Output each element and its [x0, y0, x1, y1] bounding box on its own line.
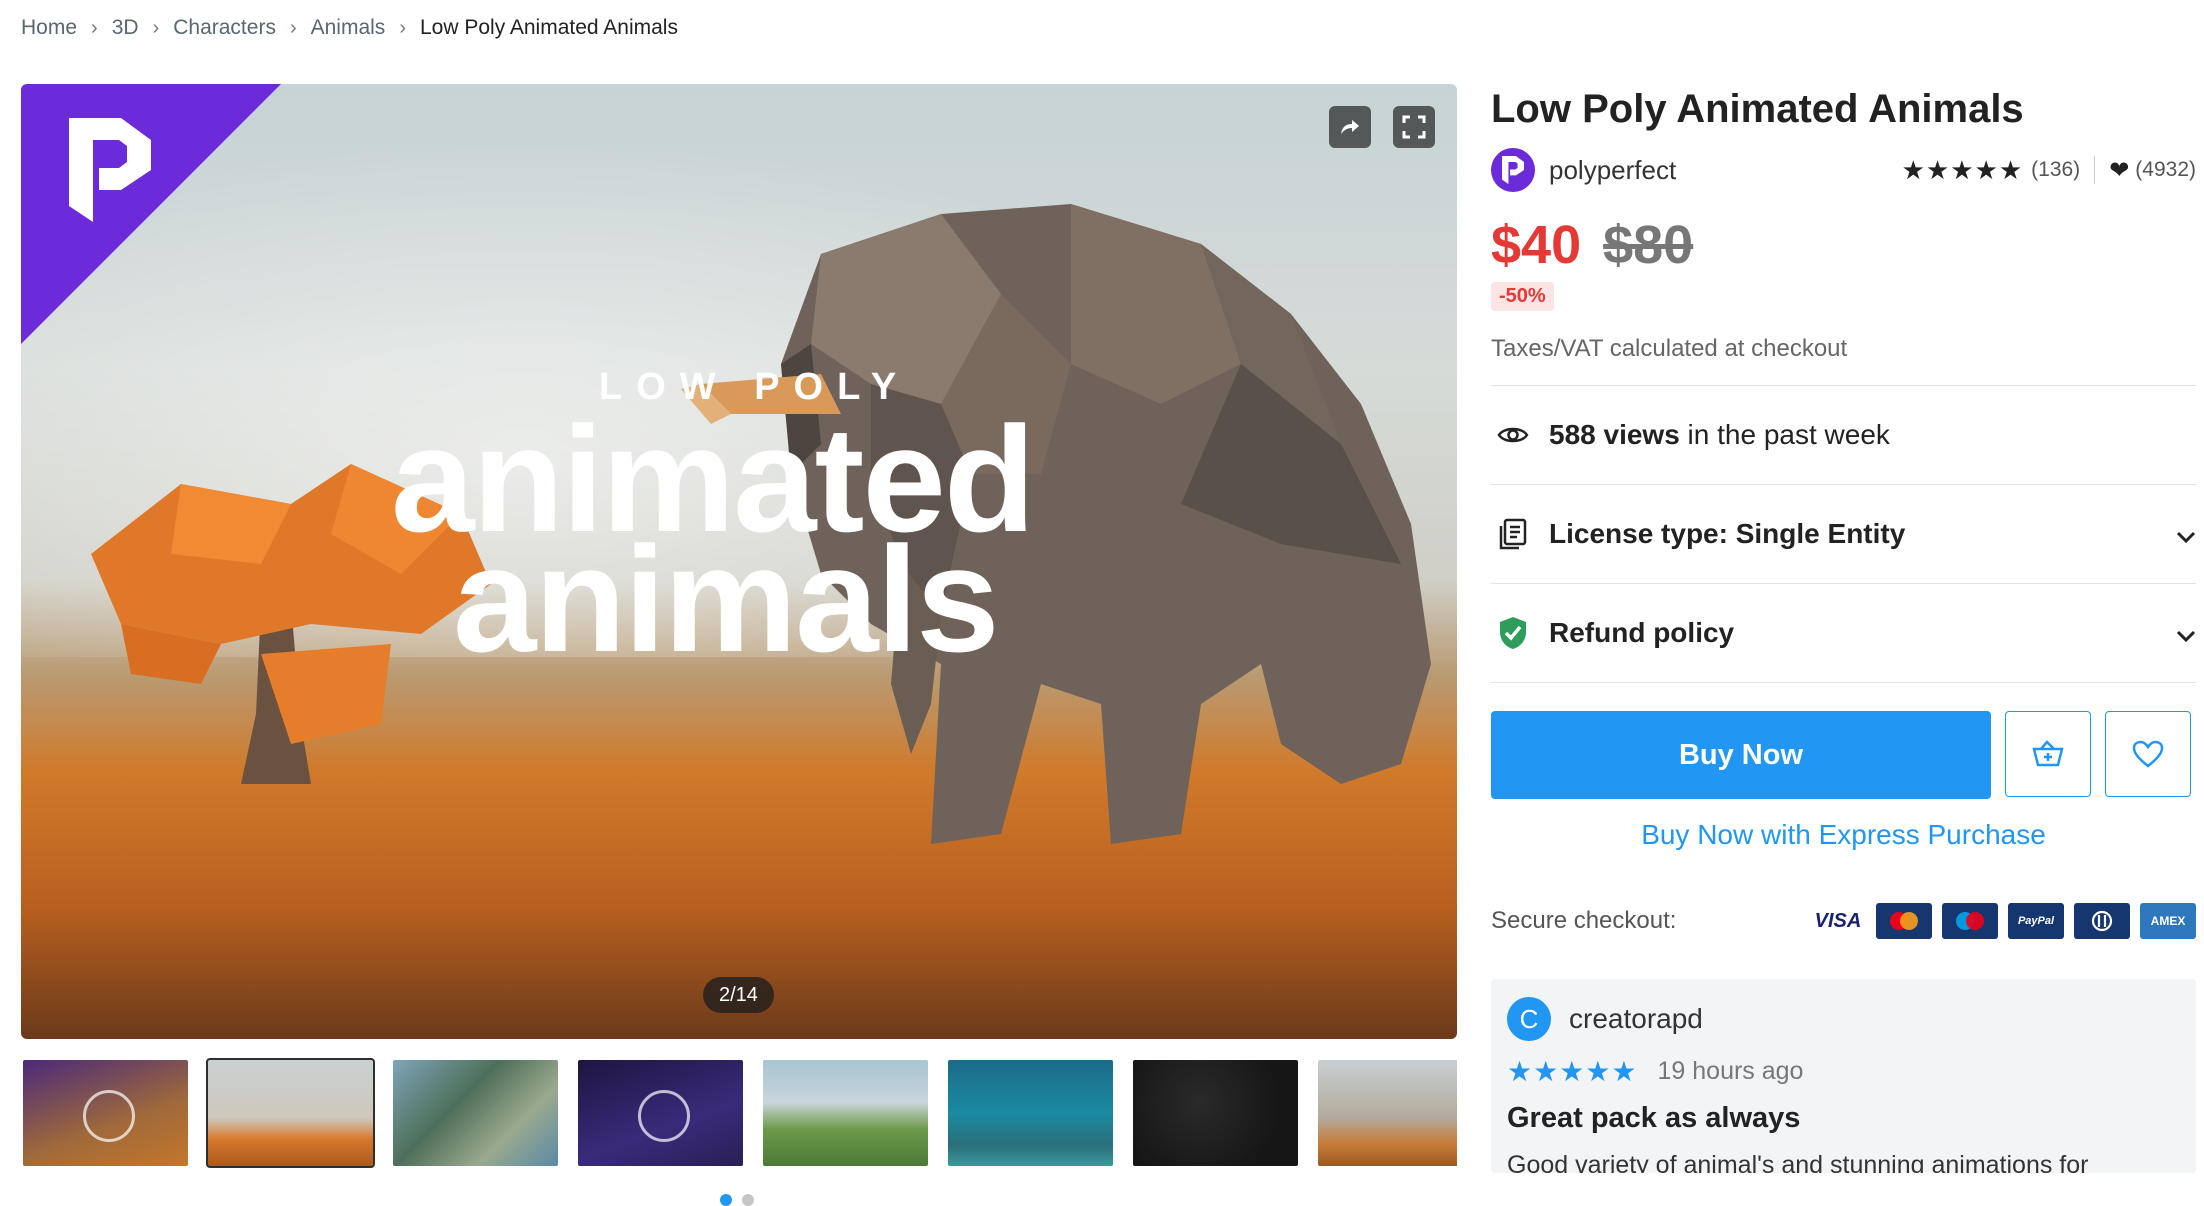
maestro-icon [1942, 903, 1998, 939]
mastercard-icon [1876, 903, 1932, 939]
image-counter: 2/14 [703, 977, 774, 1013]
license-label: License type: Single Entity [1549, 518, 1906, 549]
discount-badge: -50% [1491, 282, 1554, 311]
rating-summary[interactable]: ★★★★★ (136) ❤ (4932) [1902, 155, 2196, 186]
chevron-down-icon [2176, 617, 2196, 649]
thumbnail-image-8[interactable] [1316, 1058, 1457, 1168]
payment-methods: VISA PayPal AMEX [1810, 903, 2196, 939]
publisher-name[interactable]: polyperfect [1549, 155, 1676, 186]
diners-club-icon [2074, 903, 2130, 939]
review-author[interactable]: creatorapd [1569, 1003, 1703, 1035]
breadcrumb-home[interactable]: Home [21, 16, 77, 40]
product-title: Low Poly Animated Animals [1491, 87, 2024, 131]
views-row: 588 views in the past week [1491, 386, 2196, 485]
views-suffix: in the past week [1679, 419, 1890, 450]
secure-checkout-label: Secure checkout: [1491, 907, 1677, 934]
original-price: $80 [1603, 215, 1694, 275]
sale-price: $40 [1491, 215, 1582, 275]
breadcrumb: Home › 3D › Characters › Animals › Low P… [21, 14, 678, 42]
fullscreen-button[interactable] [1393, 106, 1435, 148]
thumbnail-strip [21, 1058, 1457, 1172]
license-document-icon [1491, 512, 1535, 556]
chevron-down-icon [2176, 518, 2196, 550]
review-time: 19 hours ago [1657, 1057, 1804, 1085]
secure-checkout-row: Secure checkout: VISA PayPal AMEX [1491, 903, 2196, 939]
divider [2094, 156, 2096, 184]
thumbnail-video-1[interactable] [21, 1058, 190, 1168]
gallery-main-image[interactable]: LOW POLY animated animals 2/14 [21, 84, 1457, 1039]
share-button[interactable] [1329, 106, 1371, 148]
thumbnail-image-7[interactable] [1131, 1058, 1300, 1168]
wishlist-button[interactable] [2105, 711, 2191, 797]
breadcrumb-current: Low Poly Animated Animals [419, 16, 678, 39]
chevron-right-icon: › [91, 16, 98, 39]
review-meta: ★★★★★ 19 hours ago [1507, 1055, 2180, 1088]
amex-icon: AMEX [2140, 903, 2196, 939]
visa-icon: VISA [1810, 903, 1866, 939]
shield-check-icon [1491, 611, 1535, 655]
views-count: 588 views [1549, 419, 1680, 450]
fullscreen-icon [1402, 115, 1426, 139]
brand-corner-ribbon [21, 84, 281, 344]
review-header: C creatorapd [1507, 997, 2180, 1041]
chevron-right-icon: › [152, 16, 160, 39]
publisher-row: polyperfect ★★★★★ (136) ❤ (4932) [1491, 148, 2196, 192]
share-icon [1341, 120, 1359, 134]
refund-label: Refund policy [1549, 617, 1735, 648]
thumbnail-image-6[interactable] [946, 1058, 1115, 1168]
product-sidebar: Low Poly Animated Animals polyperfect ★★… [1491, 84, 2196, 1173]
review-card: C creatorapd ★★★★★ 19 hours ago Great pa… [1491, 979, 2196, 1173]
thumbnail-image-3[interactable] [391, 1058, 560, 1168]
express-purchase-link[interactable]: Buy Now with Express Purchase [1491, 819, 2196, 851]
breadcrumb-3d[interactable]: 3D [112, 16, 139, 40]
thumbnail-image-2[interactable] [206, 1058, 375, 1168]
pagination-dot-1[interactable] [720, 1194, 732, 1206]
avatar: C [1507, 997, 1551, 1041]
purchase-actions: Buy Now [1491, 711, 2196, 799]
paypal-icon: PayPal [2008, 903, 2064, 939]
license-accordion[interactable]: License type: Single Entity [1491, 485, 2196, 584]
thumbnail-image-5[interactable] [761, 1058, 930, 1168]
buy-now-button[interactable]: Buy Now [1491, 711, 1991, 799]
rating-count: (136) [2031, 158, 2081, 181]
eye-icon [1491, 413, 1535, 457]
price-row: $40 $80 [1491, 214, 2196, 276]
star-rating-icon: ★★★★★ [1901, 154, 2024, 185]
heart-icon: ❤ [2109, 156, 2130, 184]
hero-title-line2: animals [453, 515, 1000, 683]
breadcrumb-characters[interactable]: Characters [173, 16, 276, 40]
chevron-right-icon: › [399, 16, 406, 39]
refund-accordion[interactable]: Refund policy [1491, 584, 2196, 683]
chevron-right-icon: › [289, 16, 297, 39]
breadcrumb-animals[interactable]: Animals [311, 16, 386, 40]
favorites-count: (4932) [2135, 158, 2196, 181]
play-icon [637, 1090, 690, 1142]
review-star-rating-icon: ★★★★★ [1507, 1056, 1638, 1087]
review-body: Good variety of animal's and stunning an… [1507, 1151, 2089, 1173]
play-icon [82, 1090, 135, 1142]
tax-note: Taxes/VAT calculated at checkout [1491, 335, 2196, 386]
polyperfect-logo-icon [69, 118, 151, 222]
publisher-logo-icon[interactable] [1491, 148, 1535, 192]
gallery-pagination [720, 1194, 754, 1206]
heart-outline-icon [2132, 740, 2164, 768]
thumbnail-video-4[interactable] [576, 1058, 745, 1168]
review-title: Great pack as always [1507, 1102, 1801, 1134]
pagination-dot-2[interactable] [742, 1194, 754, 1206]
add-to-cart-button[interactable] [2005, 711, 2091, 797]
cart-add-icon [2032, 740, 2064, 767]
